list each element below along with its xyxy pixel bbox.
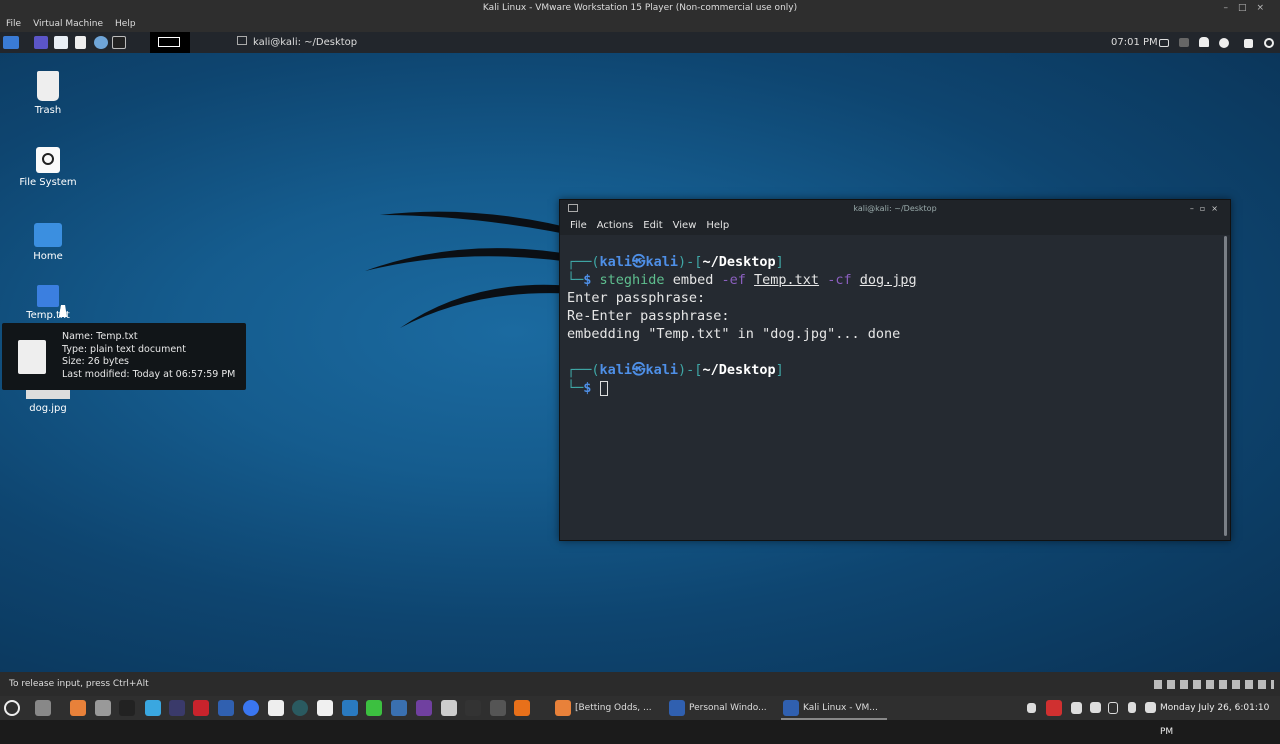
kali-menu-icon[interactable] [3,36,19,49]
window-controls[interactable]: –▫× [1190,200,1224,217]
firefox-icon[interactable] [70,700,86,716]
host-clock[interactable]: Monday July 26, 6:01:10 PM [1160,696,1280,744]
terminal-title-bar[interactable]: kali@kali: ~/Desktop –▫× [560,200,1230,217]
menu-help[interactable]: Help [115,19,136,29]
terminal-icon [568,204,578,212]
file-tooltip: Name: Temp.txt Type: plain text document… [2,323,246,390]
terminal-icon [237,36,247,45]
network-icon[interactable] [1145,702,1156,713]
kali-top-panel: kali@kali: ~/Desktop 07:01 PM [0,32,1280,53]
files-icon[interactable] [54,36,68,49]
menu-file[interactable]: File [570,220,587,231]
logout-icon[interactable] [1264,38,1274,48]
task-betting-odds[interactable]: [Betting Odds, ... [553,696,658,720]
desktop-icon-temp-txt[interactable]: Temp.txt [8,285,88,321]
webcam-icon[interactable] [441,700,457,716]
sd-card-icon[interactable] [416,700,432,716]
browser-icon[interactable] [94,36,108,49]
window-title: Kali Linux - VMware Workstation 15 Playe… [482,3,798,13]
music-icon[interactable] [268,700,284,716]
text-editor-icon[interactable] [75,36,86,49]
menu-actions[interactable]: Actions [597,220,634,231]
menu-file[interactable]: File [6,19,21,29]
calculator-icon[interactable] [490,700,506,716]
lock-icon[interactable] [1244,39,1253,48]
trash-icon [37,71,59,101]
terminal-cursor [599,380,608,396]
vmware-status-bar: To release input, press Ctrl+Alt [0,672,1280,696]
terminal-scrollbar[interactable] [1224,236,1227,536]
firefox-icon [555,700,571,716]
panel-clock[interactable]: 07:01 PM [1111,36,1158,49]
notifications-icon[interactable] [1199,37,1209,47]
home-folder-icon [34,223,62,247]
show-desktop-icon[interactable] [35,700,51,716]
kali-dragon-logo [365,211,590,328]
files-icon[interactable] [95,700,111,716]
menu-edit[interactable]: Edit [643,220,662,231]
task-kali-linux-vm[interactable]: Kali Linux - VM... [781,696,887,720]
text-file-icon [37,285,59,307]
terminal-icon[interactable] [112,36,126,49]
power-manager-icon[interactable] [1219,38,1229,48]
mint-menu-icon[interactable] [4,700,20,716]
terminal-menu-bar: File Actions Edit View Help [560,217,1230,235]
camera-app-icon[interactable] [292,700,308,716]
task-personal-windows[interactable]: Personal Windo... [667,696,772,720]
terminal-output[interactable]: ┌──(kali㉿kali)-[~/Desktop] └─$ steghide … [560,235,1230,397]
host-taskbar: [Betting Odds, ... Personal Windo... Kal… [0,696,1280,737]
desktop-icon-file-system[interactable]: File System [8,147,88,188]
vmware-icon [669,700,685,716]
vpn-icon[interactable] [169,700,185,716]
record-icon[interactable] [1046,700,1062,716]
terminal-icon[interactable] [119,700,135,716]
menu-view[interactable]: View [673,220,697,231]
desktop-icon[interactable] [34,36,48,49]
vmware-icon[interactable] [218,700,234,716]
device-icons[interactable] [1154,680,1274,689]
media-player-icon[interactable] [514,700,530,716]
window-controls[interactable]: –□× [1223,0,1274,16]
youtube-icon[interactable] [193,700,209,716]
screenshot-icon[interactable] [391,700,407,716]
menu-help[interactable]: Help [706,220,729,231]
text-file-icon [18,340,46,374]
shield-icon[interactable] [1071,702,1082,714]
spreadsheet-icon[interactable] [366,700,382,716]
desktop-icon-home[interactable]: Home [8,223,88,262]
volume-icon[interactable] [1027,703,1036,713]
twitter-icon[interactable] [145,700,161,716]
terminal-window[interactable]: kali@kali: ~/Desktop –▫× File Actions Edit V… [559,199,1231,541]
printer-icon[interactable] [1090,702,1101,713]
vmware-icon [783,700,799,716]
document-icon[interactable] [342,700,358,716]
signal-icon[interactable] [243,700,259,716]
drive-icon [36,147,60,173]
menu-virtual-machine[interactable]: Virtual Machine [33,19,103,29]
display-icon[interactable] [1159,39,1169,47]
workspace-switcher[interactable] [150,32,190,53]
calendar-icon[interactable] [317,700,333,716]
scripts-icon[interactable] [465,700,481,716]
battery-icon[interactable] [1108,702,1118,714]
vmware-menu-bar: File Virtual Machine Help [0,16,1280,32]
user-icon[interactable] [1128,702,1136,713]
taskbar-terminal-window[interactable]: kali@kali: ~/Desktop [237,36,357,49]
desktop-icon-trash[interactable]: Trash [8,71,88,116]
vmware-title-bar: Kali Linux - VMware Workstation 15 Playe… [0,0,1280,16]
volume-icon[interactable] [1179,38,1189,47]
